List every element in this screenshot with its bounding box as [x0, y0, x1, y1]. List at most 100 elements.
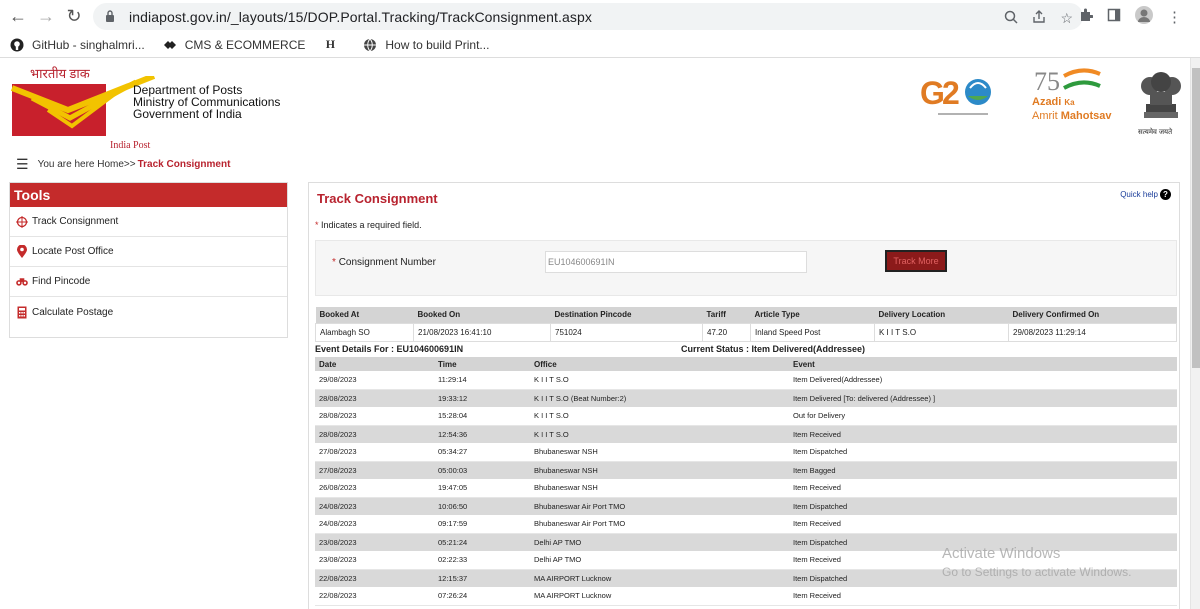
column-header: Destination Pincode — [550, 307, 703, 323]
zoom-icon[interactable] — [1004, 10, 1018, 27]
sidebar-item-locate-post-office[interactable]: Locate Post Office — [10, 237, 287, 267]
column-header: Delivery Location — [874, 307, 1009, 323]
table-cell: Out for Delivery — [789, 407, 1177, 426]
table-row: 26/08/2023 19:47:05 Bhubaneswar NSH Item Re… — [315, 479, 1177, 498]
table-cell: 22/08/2023 — [315, 587, 434, 606]
consignment-number-label: * Consignment Number — [332, 257, 436, 268]
table-cell: 29/08/2023 11:29:14 — [1008, 322, 1177, 342]
sidebar-item-calculate-postage[interactable]: Calculate Postage — [10, 297, 287, 327]
table-cell: Bhubaneswar NSH — [530, 443, 789, 462]
bookmark-print[interactable]: How to build Print... — [363, 38, 489, 52]
site-header: भारतीय डाक India Post Department of Post… — [0, 58, 1190, 152]
table-cell: K I I T S.O — [874, 322, 1009, 342]
column-header: Booked At — [315, 307, 414, 323]
table-cell: Delhi AP TMO — [530, 533, 789, 551]
table-row: 24/08/2023 10:06:50 Bhubaneswar Air Port T… — [315, 497, 1177, 515]
forward-icon[interactable]: → — [32, 2, 60, 30]
table-cell: K I I T S.O — [530, 407, 789, 426]
table-cell: Item Dispatched — [789, 497, 1177, 515]
table-cell: 02:22:33 — [434, 551, 530, 570]
crosshair-icon — [16, 215, 28, 228]
breadcrumb-prefix: You are here Home>> — [37, 158, 136, 170]
table-cell: 27/08/2023 — [315, 461, 434, 479]
table-cell: K I I T S.O (Beat Number:2) — [530, 389, 789, 407]
table-cell: 24/08/2023 — [315, 515, 434, 534]
table-row: Alambagh SO 21/08/2023 16:41:10 751024 4… — [315, 322, 1177, 342]
summary-header-row: Booked At Booked On Destination Pincode … — [315, 307, 1177, 323]
table-cell: 24/08/2023 — [315, 497, 434, 515]
breadcrumb-current: Track Consignment — [137, 158, 231, 170]
table-cell: MA AIRPORT Lucknow — [530, 587, 789, 606]
consignment-form: * Consignment Number EU104600691IN Track… — [315, 240, 1177, 296]
svg-text:2: 2 — [942, 75, 960, 111]
table-cell: 11:29:14 — [434, 371, 530, 390]
reload-icon[interactable]: ↻ — [60, 2, 88, 30]
sidebar-item-find-pincode[interactable]: Find Pincode — [10, 267, 287, 297]
event-details-for: Event Details For : EU104600691IN — [315, 344, 464, 354]
column-header: Tariff — [702, 307, 751, 323]
extensions-icon[interactable] — [1079, 8, 1094, 26]
binoculars-icon — [16, 276, 28, 288]
column-header: Date — [315, 357, 434, 371]
table-cell: 12:54:36 — [434, 425, 530, 443]
menu-kebab-icon[interactable]: ⋮ — [1167, 8, 1182, 26]
table-cell: 09:17:59 — [434, 515, 530, 534]
table-row: 24/08/2023 09:17:59 Bhubaneswar Air Port T… — [315, 515, 1177, 534]
bookmark-icon — [163, 38, 177, 52]
hamburger-menu-icon[interactable]: ☰ — [16, 156, 29, 173]
table-cell: K I I T S.O — [530, 371, 789, 390]
table-row: 28/08/2023 15:28:04 K I I T S.O Out for Del… — [315, 407, 1177, 426]
national-emblem: सत्यमेव जयते — [1136, 64, 1186, 139]
bookmarks-bar: GitHub - singhalmri... CMS & ECOMMERCE H… — [0, 32, 1200, 58]
bookmark-cms[interactable]: CMS & ECOMMERCE — [163, 38, 305, 52]
table-row: 28/08/2023 12:54:36 K I I T S.O Item Receiv… — [315, 425, 1177, 443]
sidepanel-icon[interactable] — [1107, 8, 1121, 26]
table-cell: Bhubaneswar Air Port TMO — [530, 515, 789, 534]
table-cell: Item Received — [789, 587, 1177, 606]
g20-logo: G 2 — [920, 70, 1010, 120]
star-icon[interactable]: ☆ — [1060, 10, 1073, 27]
track-more-button[interactable]: Track More — [885, 250, 947, 272]
help-icon: ? — [1160, 189, 1171, 200]
profile-avatar-icon[interactable] — [1135, 6, 1153, 28]
address-bar[interactable]: indiapost.gov.in/_layouts/15/DOP.Portal.… — [93, 3, 1083, 30]
quick-help-link[interactable]: Quick help ? — [1120, 189, 1171, 200]
table-cell: 23/08/2023 — [315, 551, 434, 570]
azadi-ka-amrit-mahotsav-logo: 75 Azadi Ka Amrit Mahotsav — [1032, 67, 1112, 122]
table-cell: Item Dispatched — [789, 443, 1177, 462]
current-status: Current Status : Item Delivered(Addresse… — [681, 344, 866, 354]
page-scrollbar[interactable] — [1190, 58, 1200, 609]
table-cell: 05:21:24 — [434, 533, 530, 551]
sidebar-item-track-consignment[interactable]: Track Consignment — [10, 207, 287, 237]
table-cell: 07:26:24 — [434, 587, 530, 606]
back-icon[interactable]: ← — [4, 2, 32, 30]
table-cell: 28/08/2023 — [315, 425, 434, 443]
h-icon: H — [325, 37, 336, 51]
page-content: भारतीय डाक India Post Department of Post… — [0, 58, 1200, 609]
table-row: 28/08/2023 19:33:12 K I I T S.O (Beat Numb… — [315, 389, 1177, 407]
share-icon[interactable] — [1032, 10, 1046, 27]
table-cell: 22/08/2023 — [315, 569, 434, 587]
bookmark-h[interactable]: H — [323, 37, 345, 52]
lock-icon — [105, 9, 119, 24]
table-cell: 47.20 — [702, 322, 751, 342]
table-cell: MA AIRPORT Lucknow — [530, 569, 789, 587]
scrollbar-thumb[interactable] — [1192, 68, 1200, 368]
bookmark-github[interactable]: GitHub - singhalmri... — [10, 38, 145, 52]
tools-title: Tools — [10, 183, 287, 207]
activate-windows-watermark: Activate Windows Go to Settings to activ… — [942, 545, 1132, 579]
column-header: Office — [530, 357, 789, 371]
column-header: Booked On — [413, 307, 551, 323]
browser-toolbar: ← → ↻ indiapost.gov.in/_layouts/15/DOP.P… — [0, 0, 1200, 32]
page-title: Track Consignment — [317, 191, 438, 206]
table-cell: 15:28:04 — [434, 407, 530, 426]
table-cell: 28/08/2023 — [315, 407, 434, 426]
table-cell: 27/08/2023 — [315, 443, 434, 462]
table-cell: 12:15:37 — [434, 569, 530, 587]
events-header-row: Date Time Office Event — [315, 357, 1177, 371]
column-header: Event — [789, 357, 1177, 371]
consignment-number-input[interactable]: EU104600691IN — [545, 251, 807, 273]
table-cell: Item Received — [789, 515, 1177, 534]
table-row: 27/08/2023 05:34:27 Bhubaneswar NSH Item Di… — [315, 443, 1177, 462]
event-details-header: Event Details For : EU104600691IN Curren… — [315, 344, 1177, 356]
